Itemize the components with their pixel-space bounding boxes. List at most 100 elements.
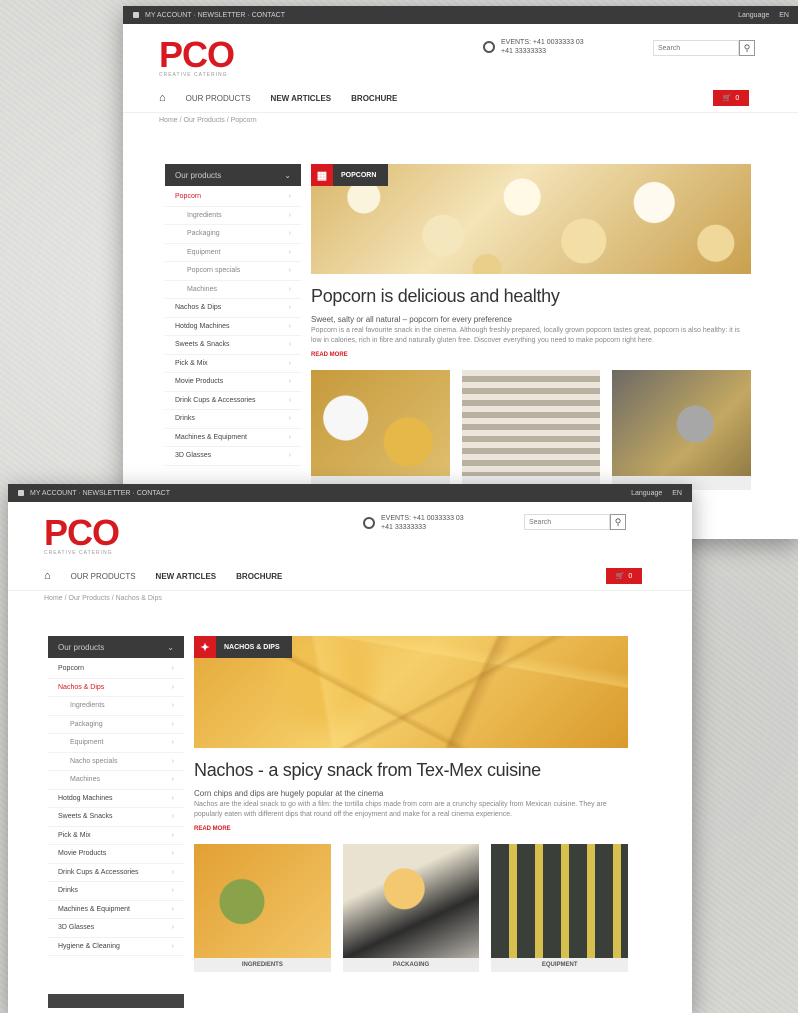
- sidebar-item-label: 3D Glasses: [175, 452, 212, 459]
- sidebar-item[interactable]: Machines ›: [48, 771, 184, 790]
- sidebar-item[interactable]: 3D Glasses ›: [165, 447, 301, 466]
- chevron-right-icon: ›: [288, 359, 291, 367]
- language-selector[interactable]: Language: [738, 12, 769, 19]
- chevron-right-icon: ›: [171, 868, 174, 876]
- main-nav: ⌂ OUR PRODUCTS NEW ARTICLES BROCHURE 🛒 0: [8, 562, 692, 591]
- sidebar-item[interactable]: Hygiene & Cleaning ›: [48, 938, 184, 956]
- currency-selector[interactable]: EN: [672, 490, 682, 497]
- sidebar-item[interactable]: Pick & Mix ›: [48, 827, 184, 845]
- category-tiles: [311, 370, 752, 490]
- search-input[interactable]: [524, 514, 610, 530]
- home-icon[interactable]: ⌂: [44, 570, 51, 582]
- language-selector[interactable]: Language: [631, 490, 662, 497]
- sidebar-item-label: Movie Products: [175, 378, 224, 385]
- sidebar-item[interactable]: Popcorn ›: [165, 188, 301, 207]
- search-button[interactable]: ⚲: [610, 514, 626, 530]
- sidebar-item[interactable]: Ingredients ›: [165, 207, 301, 225]
- sidebar-item[interactable]: Nachos & Dips ›: [165, 299, 301, 318]
- nav-new-articles[interactable]: NEW ARTICLES: [156, 572, 217, 581]
- sidebar-item[interactable]: Drink Cups & Accessories ›: [48, 864, 184, 882]
- logo[interactable]: PCO CREATIVE CATERING: [159, 37, 235, 79]
- sidebar-item[interactable]: Ingredients ›: [48, 697, 184, 716]
- sidebar-item[interactable]: Movie Products ›: [165, 373, 301, 392]
- sidebar-item-label: Machines & Equipment: [58, 905, 130, 913]
- sidebar-item-label: Sweets & Snacks: [58, 813, 113, 820]
- chevron-right-icon: ›: [171, 813, 174, 820]
- chevron-right-icon: ›: [288, 304, 291, 311]
- tile-packaging[interactable]: PACKAGING: [342, 844, 480, 972]
- logo[interactable]: PCO CREATIVE CATERING: [44, 515, 120, 557]
- sidebar-list: Popcorn › Nachos & Dips › Ingredients › Packag…: [48, 658, 184, 956]
- sidebar-item[interactable]: Nachos & Dips ›: [48, 679, 184, 697]
- sidebar-item[interactable]: Machines & Equipment ›: [165, 429, 301, 447]
- chevron-right-icon: ›: [288, 341, 291, 348]
- sidebar-item-label: Hygiene & Cleaning: [58, 942, 120, 950]
- chevron-right-icon: ›: [171, 850, 174, 857]
- sidebar-item[interactable]: Popcorn ›: [48, 660, 184, 679]
- tile-ingredients[interactable]: INGREDIENTS: [194, 844, 331, 972]
- cart-button[interactable]: 🛒 0: [606, 568, 642, 584]
- chevron-right-icon: ›: [171, 683, 174, 691]
- sidebar-item[interactable]: Drinks ›: [165, 410, 301, 429]
- sidebar-item[interactable]: Hotdog Machines ›: [165, 318, 301, 336]
- tile-equipment[interactable]: [612, 370, 752, 490]
- nav-new-articles[interactable]: NEW ARTICLES: [271, 94, 332, 103]
- cart-count: 0: [628, 572, 633, 580]
- sidebar-item[interactable]: Equipment ›: [48, 734, 184, 753]
- sidebar-item-label: Movie Products: [58, 850, 107, 857]
- contact-line-2: +41 33333333: [381, 524, 426, 531]
- sidebar-item[interactable]: Nacho specials ›: [48, 753, 184, 771]
- chevron-right-icon: ›: [288, 378, 291, 385]
- top-bar: MY ACCOUNT · NEWSLETTER · CONTACT Langua…: [8, 484, 692, 502]
- sidebar-item[interactable]: Sweets & Snacks ›: [165, 336, 301, 355]
- sidebar-item[interactable]: Hotdog Machines ›: [48, 790, 184, 808]
- sidebar-item[interactable]: Popcorn specials ›: [165, 262, 301, 281]
- cart-button[interactable]: 🛒 0: [713, 90, 749, 106]
- sidebar-item[interactable]: Equipment ›: [165, 244, 301, 262]
- nav-brochure[interactable]: BROCHURE: [351, 94, 397, 103]
- tile-packaging[interactable]: [461, 370, 601, 490]
- nav-our-products[interactable]: OUR PRODUCTS: [186, 94, 251, 103]
- sidebar-item-label: Drink Cups & Accessories: [175, 396, 256, 404]
- sidebar-header[interactable]: Our products ⌄: [165, 164, 301, 186]
- sidebar-item[interactable]: Drink Cups & Accessories ›: [165, 392, 301, 410]
- sidebar-item[interactable]: 3D Glasses ›: [48, 919, 184, 938]
- sidebar-item[interactable]: Machines & Equipment ›: [48, 901, 184, 919]
- read-more-link[interactable]: READ MORE: [194, 826, 628, 832]
- sidebar-item-label: 3D Glasses: [58, 924, 95, 931]
- sidebar-item[interactable]: Machines ›: [165, 281, 301, 299]
- sidebar-item[interactable]: Pick & Mix ›: [165, 355, 301, 373]
- chevron-right-icon: ›: [171, 924, 174, 931]
- sidebar-item-label: Nacho specials: [70, 757, 118, 765]
- home-icon[interactable]: ⌂: [159, 92, 166, 104]
- chevron-right-icon: ›: [288, 452, 291, 459]
- sidebar-item-label: Machines: [187, 285, 217, 293]
- hero-label: ▦ POPCORN: [311, 164, 389, 186]
- sidebar-header[interactable]: Our products ⌄: [48, 636, 184, 658]
- top-links[interactable]: MY ACCOUNT · NEWSLETTER · CONTACT: [145, 12, 285, 19]
- sidebar-item-label: Packaging: [70, 720, 103, 728]
- chevron-right-icon: ›: [288, 248, 291, 256]
- nav-our-products[interactable]: OUR PRODUCTS: [71, 572, 136, 581]
- sidebar-item[interactable]: Movie Products ›: [48, 845, 184, 864]
- tile-ingredients[interactable]: [311, 370, 450, 490]
- sidebar-item[interactable]: Packaging ›: [48, 716, 184, 734]
- sidebar-footer-strip: [48, 994, 184, 1008]
- search-button[interactable]: ⚲: [739, 40, 755, 56]
- tile-equipment[interactable]: EQUIPMENT: [491, 844, 629, 972]
- nav-brochure[interactable]: BROCHURE: [236, 572, 282, 581]
- popcorn-icon: ▦: [311, 164, 333, 186]
- breadcrumb[interactable]: Home / Our Products / Nachos & Dips: [8, 591, 692, 606]
- breadcrumb[interactable]: Home / Our Products / Popcorn: [123, 113, 798, 128]
- read-more-link[interactable]: READ MORE: [311, 352, 751, 358]
- sidebar-item[interactable]: Drinks ›: [48, 882, 184, 901]
- search-input[interactable]: [653, 40, 739, 56]
- sidebar-item[interactable]: Packaging ›: [165, 225, 301, 244]
- sidebar-item-label: Ingredients: [187, 211, 222, 219]
- page-title: Popcorn is delicious and healthy: [311, 286, 560, 306]
- sidebar-item[interactable]: Sweets & Snacks ›: [48, 808, 184, 827]
- tile-caption: INGREDIENTS: [194, 958, 331, 972]
- category-sidebar: Our products ⌄ Popcorn › Ingredients › Packag…: [165, 164, 301, 466]
- currency-selector[interactable]: EN: [779, 12, 789, 19]
- top-links[interactable]: MY ACCOUNT · NEWSLETTER · CONTACT: [30, 490, 170, 497]
